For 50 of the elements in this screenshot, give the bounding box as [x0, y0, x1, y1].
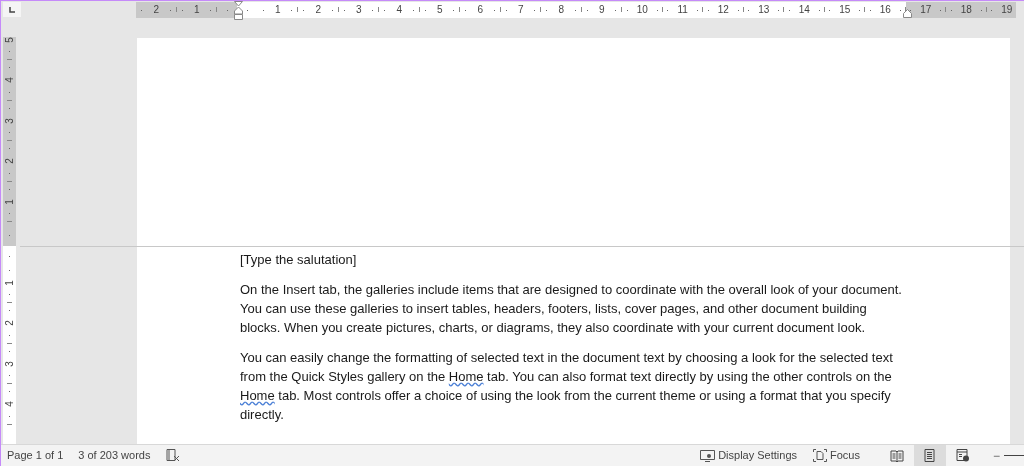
ruler-number: 4 — [396, 5, 402, 15]
ruler-number: 18 — [960, 5, 972, 15]
left-tab-icon — [9, 6, 15, 13]
ruler-number: 2 — [4, 158, 15, 164]
ruler-number: 1 — [193, 5, 200, 15]
view-mode-button[interactable] — [914, 445, 946, 466]
ruler-number: 2 — [153, 5, 159, 15]
ruler-number: 3 — [355, 5, 362, 15]
page-count[interactable]: Page 1 of 1 — [7, 447, 64, 464]
ruler-number: 1 — [274, 5, 281, 15]
web-page-icon — [956, 449, 970, 462]
book-icon — [890, 449, 904, 462]
focus-button[interactable]: Focus — [810, 445, 863, 466]
monitor-icon — [700, 449, 716, 462]
ruler-number: 11 — [677, 5, 688, 15]
proofing-icon[interactable] — [166, 449, 181, 462]
ruler-number: 5 — [4, 37, 15, 43]
page-icon — [924, 449, 936, 462]
ruler-number: 17 — [920, 5, 932, 15]
indent-marker-icon[interactable] — [234, 1, 243, 20]
ruler-number: 19 — [1001, 5, 1013, 15]
word-count[interactable]: 3 of 203 words — [78, 447, 151, 464]
horizontal-ruler[interactable]: 2 1 1 2 3 4 5 6 7 8 9 10 11 12 13 14 15 16 17 18 19 — [136, 2, 1016, 18]
ruler-number: 4 — [4, 401, 15, 407]
ruler-number: 8 — [558, 5, 564, 15]
body-paragraph: On the Insert tab, the galleries include items that are designed to coordinate with the overall look of your document. You can use these galleries to insert tables, headers, footers, lists, cover pages, and other document building blocks. When you create pictures, charts, or diagrams, they also coordinate with your current document look. — [240, 281, 903, 337]
focus-icon — [813, 449, 827, 462]
ruler-number: 9 — [598, 5, 605, 15]
ruler-number: 4 — [4, 77, 15, 83]
ruler-number: 13 — [758, 5, 770, 15]
ruler-number: 1 — [4, 279, 15, 286]
ruler-number: 12 — [717, 5, 729, 15]
ruler-number: 2 — [315, 5, 321, 15]
display-settings-button[interactable]: Display Settings — [697, 445, 800, 466]
ruler-number: 14 — [798, 5, 810, 15]
zoom-out-button[interactable]: − — [993, 446, 1000, 465]
body-paragraph: You can easily change the formatting of selected text in the document text by choosing a look for the selected text from the Quick Styles gallery on the Home tab. You can also format text directly by using the other controls on the Home tab. Most controls offer a choice of using the look from the current theme or using a format that you specify directly. — [240, 349, 894, 424]
ruler-number: 15 — [839, 5, 851, 15]
ruler-number: 3 — [4, 360, 15, 367]
ruler-number: 6 — [477, 5, 483, 15]
salutation: [Type the salutation] — [240, 251, 358, 269]
ruler-number: 10 — [636, 5, 648, 15]
ruler-number: 3 — [4, 117, 15, 124]
ruler-number: 7 — [517, 5, 524, 15]
tab-stop-selector[interactable] — [3, 2, 21, 17]
ruler-number: 2 — [4, 320, 15, 326]
ruler-number: 1 — [4, 198, 15, 205]
ruler-number: 5 — [436, 5, 443, 15]
ruler-number: 16 — [879, 5, 891, 15]
indent-marker-icon[interactable] — [903, 9, 912, 18]
